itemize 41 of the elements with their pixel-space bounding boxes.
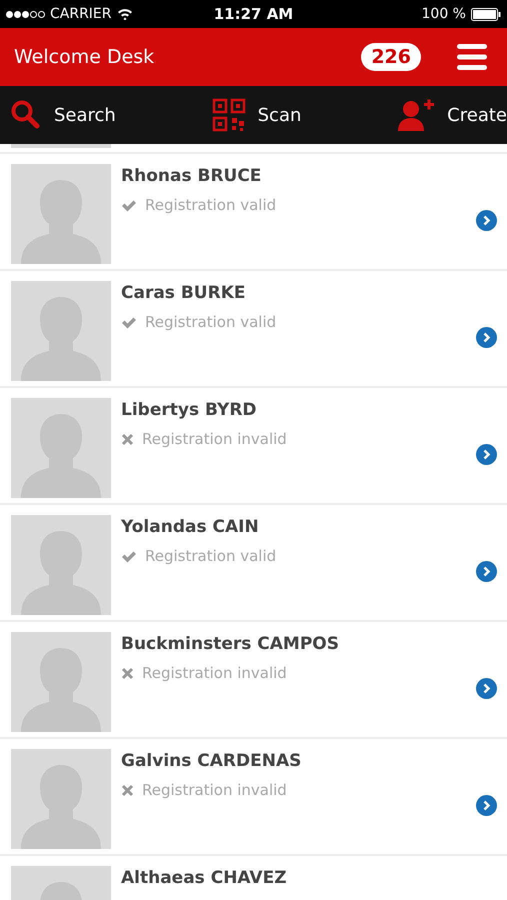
chevron-icon[interactable] xyxy=(476,678,497,699)
registration-status: Registration invalid xyxy=(142,781,287,799)
count-badge: 226 xyxy=(361,43,421,71)
registration-status: Registration valid xyxy=(145,547,276,565)
battery-percent: 100 % xyxy=(422,6,466,22)
wifi-icon xyxy=(116,8,133,20)
registration-status: Registration invalid xyxy=(142,664,287,682)
chevron-icon[interactable] xyxy=(476,327,497,348)
person-name: Rhonas BRUCE xyxy=(121,166,262,186)
signal-icon xyxy=(6,10,45,18)
search-button[interactable]: Search xyxy=(10,99,116,131)
scan-button[interactable]: Scan xyxy=(212,98,302,132)
person-row[interactable]: Libertys BYRD Registration invalid xyxy=(0,388,507,505)
chevron-icon[interactable] xyxy=(476,444,497,465)
qr-code-icon xyxy=(212,98,246,132)
app-title: Welcome Desk xyxy=(14,46,156,68)
person-row[interactable]: Althaeas CHAVEZ xyxy=(0,856,507,900)
registration-status: Registration valid xyxy=(145,196,276,214)
person-row[interactable]: Yolandas CAIN Registration valid xyxy=(0,505,507,622)
create-button[interactable]: Create xyxy=(397,98,507,132)
person-name: Libertys BYRD xyxy=(121,400,258,420)
person-row[interactable]: Caras BURKE Registration valid xyxy=(0,271,507,388)
person-row[interactable]: Rhonas BRUCE Registration valid xyxy=(0,154,507,271)
chevron-icon[interactable] xyxy=(476,210,497,231)
carrier-name: CARRIER xyxy=(50,6,112,22)
clock-time: 11:27 AM xyxy=(214,5,294,23)
person-name: Buckminsters CAMPOS xyxy=(121,634,340,654)
chevron-icon[interactable] xyxy=(476,561,497,582)
search-icon xyxy=(10,99,42,131)
add-person-icon xyxy=(397,98,436,132)
person-row[interactable]: Galvins CARDENAS Registration invalid xyxy=(0,739,507,856)
chevron-icon[interactable] xyxy=(476,795,497,816)
person-name: Yolandas CAIN xyxy=(121,517,260,537)
person-row[interactable]: Buckminsters CAMPOS Registration invalid xyxy=(0,622,507,739)
menu-icon[interactable] xyxy=(457,43,487,71)
person-name: Althaeas CHAVEZ xyxy=(121,868,288,888)
person-name: Galvins CARDENAS xyxy=(121,751,302,771)
registration-status: Registration valid xyxy=(145,313,276,331)
battery-icon xyxy=(470,8,501,20)
person-name: Caras BURKE xyxy=(121,283,246,303)
registration-status: Registration invalid xyxy=(142,430,287,448)
